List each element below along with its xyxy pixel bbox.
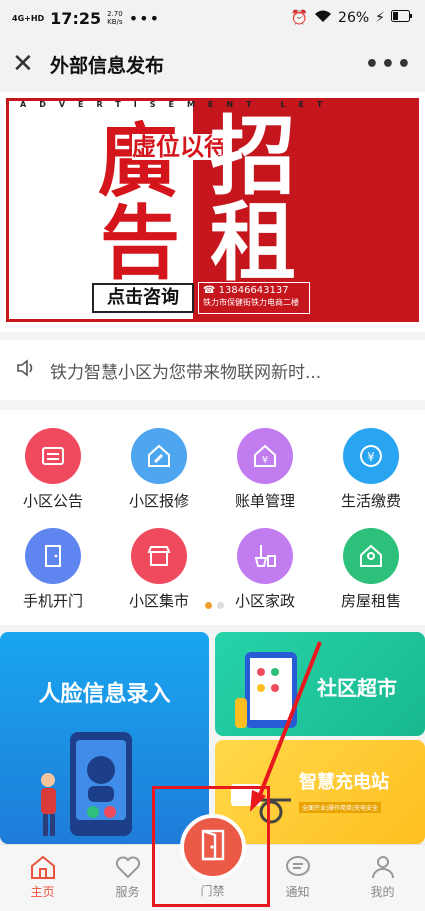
community-market-card[interactable]: 社区超市 — [215, 632, 425, 736]
grid-item-payment[interactable]: ¥ 生活缴费 — [318, 418, 424, 518]
tab-mine[interactable]: 我的 — [340, 851, 425, 900]
grid-item-house[interactable]: 房屋租售 — [318, 518, 424, 618]
charge-card-subtitle: 全面开业|操作简单|充电安全 — [299, 802, 382, 813]
market-icon — [131, 528, 187, 584]
status-bar: 4G+HD 17:25 2.70 KB/s ••• ⏰ 26% ⚡ — [0, 0, 425, 36]
banner-address: 铁力市保健街铁力电商二楼 — [203, 298, 299, 307]
grid-item-label: 小区集市 — [128, 592, 189, 610]
announcement-icon — [25, 428, 81, 484]
status-right: ⏰ 26% ⚡ — [291, 9, 413, 27]
svg-text:¥: ¥ — [262, 455, 268, 466]
page-title: 外部信息发布 — [50, 54, 165, 77]
market-card-title: 社区超市 — [317, 676, 397, 700]
tab-label: 我的 — [370, 885, 395, 899]
grid-item-market[interactable]: 小区集市 — [106, 518, 212, 618]
grid-item-label: 生活缴费 — [340, 492, 401, 510]
pager-dot-active — [205, 602, 212, 609]
clock: 17:25 — [50, 8, 102, 28]
more-menu-icon[interactable]: ••• — [365, 52, 413, 77]
feature-grid: 小区公告 小区报修 ¥ 账单管理 ¥ 生活缴费 手机开门 小区集市 小区家政 房… — [0, 410, 425, 625]
tab-home[interactable]: 主页 — [0, 851, 85, 900]
banner-char-zu: 租 — [210, 193, 296, 293]
grid-item-label: 房屋租售 — [340, 592, 401, 610]
door-icon — [25, 528, 81, 584]
speed-value: 2.70 — [107, 10, 123, 18]
charge-card-title: 智慧充电站 — [299, 772, 389, 793]
bill-icon: ¥ — [237, 428, 293, 484]
banner-char-zhao: 招 — [210, 107, 296, 207]
house-icon — [343, 528, 399, 584]
speed-unit: KB/s — [107, 18, 123, 26]
highlight-box — [152, 786, 270, 907]
notice-text: 铁力智慧小区为您带来物联网新时... — [50, 362, 322, 383]
charging-icon: ⚡ — [375, 10, 385, 26]
grid-item-label: 小区家政 — [234, 592, 295, 610]
grid-item-bill[interactable]: ¥ 账单管理 — [212, 418, 318, 518]
banner-char-gao: 告 — [100, 197, 180, 290]
housekeeping-icon — [237, 528, 293, 584]
grid-item-housekeeping[interactable]: 小区家政 — [212, 518, 318, 618]
grid-item-label: 小区报修 — [128, 492, 189, 510]
notification-dots: ••• — [128, 8, 161, 28]
banner-contact: ☎ 13846643137 铁力市保健街铁力电商二楼 — [198, 282, 310, 314]
speaker-icon — [16, 358, 42, 383]
svg-text:¥: ¥ — [367, 450, 375, 464]
grid-item-repair[interactable]: 小区报修 — [106, 418, 212, 518]
banner-phone: ☎ 13846643137 — [203, 285, 289, 296]
network-indicator: 4G+HD — [12, 13, 45, 23]
grid-pager — [205, 602, 224, 609]
notice-bar[interactable]: 铁力智慧小区为您带来物联网新时... — [0, 340, 425, 400]
pager-dot — [217, 602, 224, 609]
grid-item-door[interactable]: 手机开门 — [0, 518, 106, 618]
grid-item-label: 手机开门 — [22, 592, 83, 610]
title-bar: ✕ 外部信息发布 ••• — [0, 36, 425, 92]
home-icon — [0, 851, 85, 883]
tab-label: 主页 — [30, 885, 55, 899]
battery-icon — [391, 10, 413, 26]
alarm-icon: ⏰ — [290, 10, 309, 26]
repair-icon — [131, 428, 187, 484]
wifi-icon — [314, 9, 332, 27]
grid-item-label: 账单管理 — [234, 492, 295, 510]
grid-item-announcement[interactable]: 小区公告 — [0, 418, 106, 518]
payment-icon: ¥ — [343, 428, 399, 484]
user-icon — [340, 851, 425, 883]
network-speed: 2.70 KB/s — [107, 10, 123, 26]
battery-level: 26% — [338, 10, 370, 26]
close-icon[interactable]: ✕ — [12, 51, 42, 77]
consult-button[interactable]: 点击咨询 — [92, 283, 194, 313]
grid-item-label: 小区公告 — [22, 492, 83, 510]
